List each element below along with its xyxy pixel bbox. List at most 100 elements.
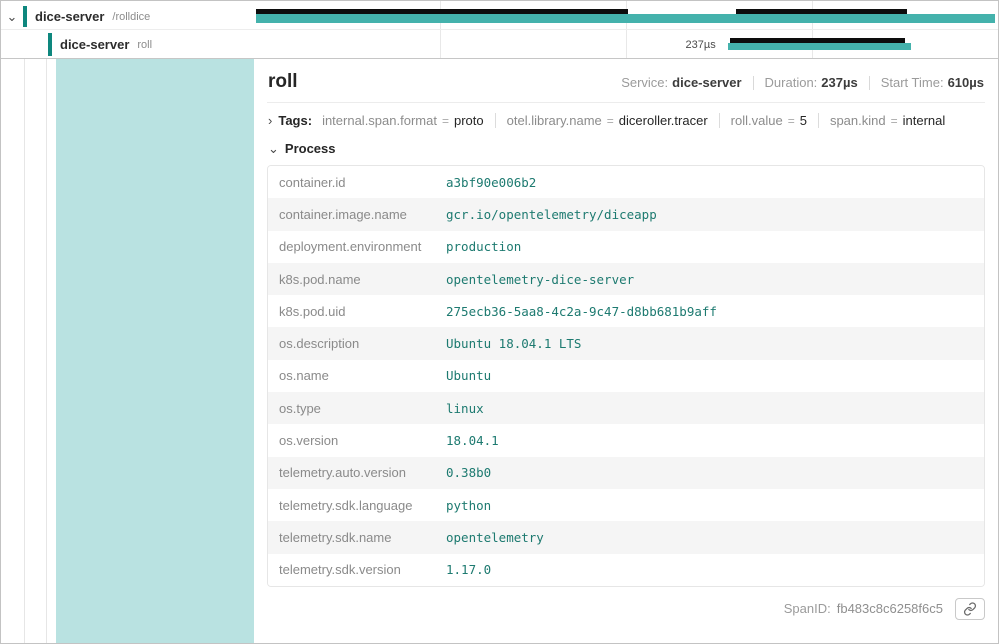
duration-label: Duration: [765, 75, 818, 90]
kv-key: os.name [268, 368, 446, 383]
span-service-name: dice-server [60, 37, 129, 52]
tag-key: otel.library.name [507, 113, 602, 128]
kv-key: os.description [268, 336, 446, 351]
trace-detail-view: ⌄ dice-server /rolldice dice-server roll… [0, 0, 999, 644]
equals-sign: = [788, 114, 795, 128]
kv-key: telemetry.sdk.language [268, 498, 446, 513]
duration-value: 237µs [821, 75, 857, 90]
span-row-roll[interactable]: dice-server roll 237µs [1, 31, 998, 58]
kv-key: telemetry.sdk.name [268, 530, 446, 545]
span-bar[interactable] [256, 14, 995, 23]
span-color-accent [23, 6, 27, 27]
tag-value: proto [454, 113, 484, 128]
span-service-name: dice-server [35, 9, 104, 24]
kv-key: os.type [268, 401, 446, 416]
kv-key: k8s.pod.name [268, 272, 446, 287]
selected-span-highlight [56, 59, 254, 643]
deep-link-button[interactable] [955, 598, 985, 620]
chevron-down-icon[interactable]: ⌄ [268, 142, 279, 155]
table-row: telemetry.sdk.language python [268, 489, 984, 521]
span-detail-area: roll Service: dice-server Duration: 237µ… [1, 58, 998, 643]
span-bar-cell[interactable]: 237µs [254, 31, 998, 58]
span-name-cell[interactable]: ⌄ dice-server /rolldice [1, 4, 254, 29]
kv-key: telemetry.sdk.version [268, 562, 446, 577]
tag-key: span.kind [830, 113, 886, 128]
tags-label: Tags: [278, 113, 312, 128]
table-row: telemetry.auto.version 0.38b0 [268, 457, 984, 489]
indent-guide [46, 59, 47, 643]
kv-value: 0.38b0 [446, 465, 491, 480]
table-row: deployment.environment production [268, 231, 984, 263]
tag-item: otel.library.name = diceroller.tracer [495, 113, 708, 128]
span-title: roll [268, 71, 298, 93]
kv-value: 18.04.1 [446, 433, 499, 448]
tag-item: internal.span.format = proto [322, 113, 484, 128]
table-row: os.version 18.04.1 [268, 424, 984, 456]
kv-value: opentelemetry-dice-server [446, 272, 634, 287]
equals-sign: = [891, 114, 898, 128]
table-row: k8s.pod.name opentelemetry-dice-server [268, 263, 984, 295]
kv-value: python [446, 498, 491, 513]
table-row: container.id a3bf90e006b2 [268, 166, 984, 198]
kv-value: 1.17.0 [446, 562, 491, 577]
span-id-label: SpanID: [784, 601, 831, 616]
kv-value: linux [446, 401, 484, 416]
equals-sign: = [442, 114, 449, 128]
span-bar-fill [728, 43, 911, 50]
kv-key: container.image.name [268, 207, 446, 222]
tag-key: internal.span.format [322, 113, 437, 128]
kv-key: deployment.environment [268, 239, 446, 254]
span-row-rolldice[interactable]: ⌄ dice-server /rolldice [1, 4, 998, 30]
service-value: dice-server [672, 75, 741, 90]
tag-value: internal [903, 113, 946, 128]
indent-guide [24, 59, 25, 643]
link-icon [963, 602, 977, 616]
equals-sign: = [607, 114, 614, 128]
kv-value: a3bf90e006b2 [446, 175, 536, 190]
kv-value: opentelemetry [446, 530, 544, 545]
tags-section-header[interactable]: › Tags: internal.span.format = proto ote… [267, 113, 985, 128]
table-row: telemetry.sdk.name opentelemetry [268, 521, 984, 553]
table-row: k8s.pod.uid 275ecb36-5aa8-4c2a-9c47-d8bb… [268, 295, 984, 327]
span-duration-label: 237µs [254, 31, 723, 58]
span-name-cell[interactable]: dice-server roll [1, 31, 254, 58]
service-label: Service: [621, 75, 668, 90]
process-label: Process [285, 141, 336, 156]
table-row: os.type linux [268, 392, 984, 424]
tag-item: roll.value = 5 [719, 113, 807, 128]
kv-value: 275ecb36-5aa8-4c2a-9c47-d8bb681b9aff [446, 304, 717, 319]
span-overview: Service: dice-server Duration: 237µs Sta… [621, 75, 984, 90]
kv-key: container.id [268, 175, 446, 190]
process-kv-table: container.id a3bf90e006b2 container.imag… [267, 165, 985, 587]
tag-item: span.kind = internal [818, 113, 945, 128]
kv-key: k8s.pod.uid [268, 304, 446, 319]
table-row: os.description Ubuntu 18.04.1 LTS [268, 327, 984, 359]
span-operation-name: roll [137, 39, 152, 51]
kv-key: telemetry.auto.version [268, 465, 446, 480]
tag-value: diceroller.tracer [619, 113, 708, 128]
divider [869, 76, 870, 90]
span-bar[interactable] [728, 38, 911, 51]
table-row: os.name Ubuntu [268, 360, 984, 392]
table-row: container.image.name gcr.io/opentelemetr… [268, 198, 984, 230]
kv-value: Ubuntu 18.04.1 LTS [446, 336, 581, 351]
divider [753, 76, 754, 90]
process-section-header[interactable]: ⌄ Process [267, 141, 985, 156]
collapse-chevron-icon[interactable]: ⌄ [1, 10, 23, 23]
span-operation-name: /rolldice [112, 11, 150, 23]
start-time-label: Start Time: [881, 75, 944, 90]
span-detail-footer: SpanID: fb483c8c6258f6c5 [267, 598, 985, 620]
tag-value: 5 [800, 113, 807, 128]
span-bar-cell[interactable] [254, 4, 998, 29]
span-detail-panel: roll Service: dice-server Duration: 237µ… [254, 59, 998, 643]
table-row: telemetry.sdk.version 1.17.0 [268, 554, 984, 586]
chevron-right-icon[interactable]: › [268, 114, 272, 127]
start-time-value: 610µs [948, 75, 984, 90]
critical-path-segment [256, 9, 628, 14]
critical-path-segment [736, 9, 907, 14]
kv-value: production [446, 239, 521, 254]
kv-key: os.version [268, 433, 446, 448]
kv-value: gcr.io/opentelemetry/diceapp [446, 207, 657, 222]
tag-key: roll.value [731, 113, 783, 128]
span-detail-header: roll Service: dice-server Duration: 237µ… [267, 67, 985, 103]
